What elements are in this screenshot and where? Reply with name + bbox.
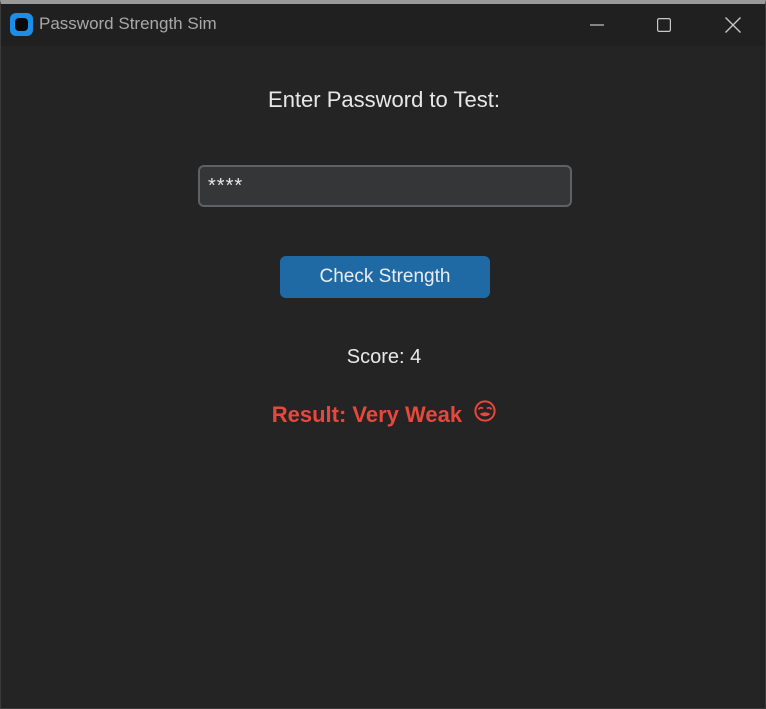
result-label: Result: Very Weak <box>271 402 463 427</box>
check-strength-button[interactable]: Check Strength <box>280 256 490 298</box>
maximize-icon <box>657 18 671 32</box>
close-icon <box>725 17 741 33</box>
score-label: Score: 4 <box>346 346 422 368</box>
main-content: Enter Password to Test: Check Strength S… <box>1 46 765 708</box>
window-title: Password Strength Sim <box>39 14 217 33</box>
app-window: Password Strength Sim Enter Password to … <box>0 0 766 709</box>
close-button[interactable] <box>700 4 766 46</box>
password-input[interactable] <box>198 165 572 207</box>
nauseated-face-emoji-icon <box>474 400 496 428</box>
maximize-button[interactable] <box>631 4 697 46</box>
password-prompt-label: Enter Password to Test: <box>268 87 500 112</box>
minimize-icon <box>590 24 604 26</box>
minimize-button[interactable] <box>564 4 630 46</box>
result-line: Result: Very Weak <box>1 400 766 430</box>
title-bar[interactable]: Password Strength Sim <box>1 4 765 46</box>
app-icon <box>10 13 33 36</box>
